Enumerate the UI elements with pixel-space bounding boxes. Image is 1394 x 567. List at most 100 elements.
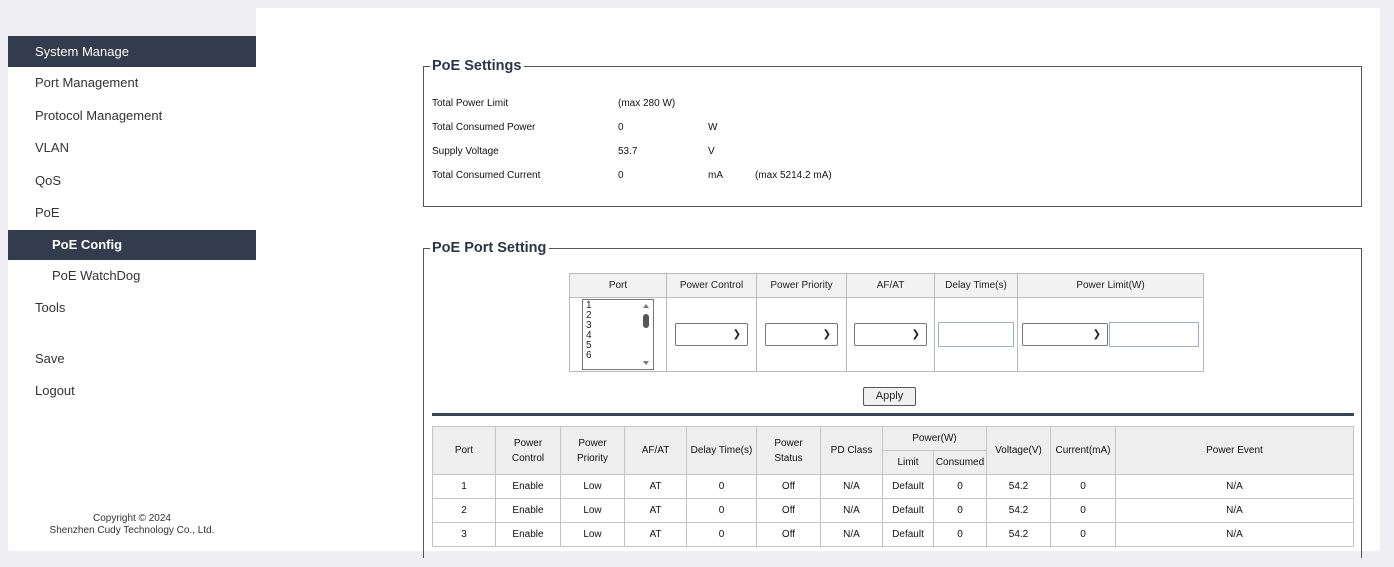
cell-voltage: 54.2 [986,474,1051,499]
col-port: Port [569,273,667,298]
th-power-priority: Power Priority [560,426,625,475]
setting-value: 0 [618,122,624,133]
port-listbox[interactable]: 1 2 3 4 5 6 [582,299,654,370]
cell-power-status: Off [756,522,821,547]
cell-limit: Default [882,498,934,523]
company-name: Shenzhen Cudy Technology Co., Ltd. [49,525,215,536]
cell-power-event: N/A [1115,474,1354,499]
th-consumed: Consumed [933,450,987,475]
sidebar-item-vlan[interactable]: VLAN [8,132,256,165]
setting-value: 0 [618,170,624,181]
th-delay-time: Delay Time(s) [686,426,757,475]
setting-label: Total Consumed Current [432,170,541,181]
power-limit-select[interactable]: ❯ [1022,323,1108,346]
setting-label: Total Consumed Power [432,122,536,133]
sidebar-item-protocol-management[interactable]: Protocol Management [8,100,256,133]
copyright: Copyright © 2024 Shenzhen Cudy Technolog… [8,513,256,537]
cell-port: 1 [432,474,496,499]
setting-label: Total Power Limit [432,98,509,109]
sidebar-item-poe-config[interactable]: PoE Config [8,229,256,260]
sidebar-item-save[interactable]: Save [8,343,256,376]
power-priority-select[interactable]: ❯ [765,323,838,346]
th-afat: AF/AT [624,426,687,475]
col-power-limit: Power Limit(W) [1017,273,1204,298]
power-limit-cell: ❯ [1017,297,1204,372]
apply-button[interactable]: Apply [863,387,916,406]
setting-unit: V [708,146,715,157]
delay-time-input[interactable] [938,322,1014,347]
setting-value: 53.7 [618,146,638,157]
setting-label: Supply Voltage [432,146,499,157]
cell-delay: 0 [686,522,757,547]
afat-select[interactable]: ❯ [854,323,927,346]
cell-consumed: 0 [933,498,987,523]
chevron-down-icon: ❯ [1092,329,1101,340]
cell-power-event: N/A [1115,522,1354,547]
sidebar-item-qos[interactable]: QoS [8,165,256,198]
cell-delay: 0 [686,498,757,523]
cell-power-priority: Low [560,522,625,547]
power-control-cell: ❯ [666,297,757,372]
cell-pd-class: N/A [820,474,883,499]
cell-current: 0 [1050,522,1116,547]
poe-settings-title: PoE Settings [430,58,525,74]
power-control-select[interactable]: ❯ [675,323,748,346]
th-power-status-label: Power Status [774,437,803,464]
sidebar-item-system-manage[interactable]: System Manage [8,36,256,67]
main-content: PoE Settings Total Power Limit (max 280 … [256,8,1380,558]
afat-cell: ❯ [846,297,935,372]
setting-unit: mA [708,170,723,181]
power-priority-cell: ❯ [756,297,847,372]
cell-current: 0 [1050,474,1116,499]
poe-settings-panel [423,66,1362,207]
sidebar-item-poe-watchdog[interactable]: PoE WatchDog [8,260,256,293]
cell-power-event: N/A [1115,498,1354,523]
sidebar-item-logout[interactable]: Logout [8,375,256,408]
th-power-control: Power Control [495,426,561,475]
copyright-line: Copyright © 2024 [93,513,171,524]
cell-port: 2 [432,498,496,523]
port-status-table: Port Power Control Power Priority AF/AT … [432,426,1354,547]
cell-afat: AT [624,498,687,523]
setting-extra: (max 5214.2 mA) [755,170,832,181]
cell-consumed: 0 [933,522,987,547]
chevron-down-icon: ❯ [822,329,831,340]
cell-afat: AT [624,522,687,547]
th-power-event: Power Event [1115,426,1354,475]
chevron-down-icon: ❯ [911,329,920,340]
table-row: 3 Enable Low AT 0 Off N/A Default 0 54.2… [432,522,1354,547]
listbox-scrollbar[interactable] [641,302,651,367]
cell-voltage: 54.2 [986,522,1051,547]
setting-unit: W [708,122,718,133]
port-config-table: Port Power Control Power Priority AF/AT … [569,273,1204,372]
sidebar-item-tools[interactable]: Tools [8,292,256,325]
col-afat: AF/AT [846,273,935,298]
cell-power-control: Enable [495,522,561,547]
cell-power-priority: Low [560,498,625,523]
cell-current: 0 [1050,498,1116,523]
cell-afat: AT [624,474,687,499]
port-cell: 1 2 3 4 5 6 [569,297,667,372]
sidebar-item-port-management[interactable]: Port Management [8,67,256,100]
cell-voltage: 54.2 [986,498,1051,523]
th-power-control-label: Power Control [511,437,545,464]
col-power-control: Power Control [666,273,757,298]
cell-pd-class: N/A [820,522,883,547]
section-divider [432,413,1354,416]
cell-power-status: Off [756,498,821,523]
poe-port-setting-title: PoE Port Setting [430,240,550,256]
delay-time-cell [934,297,1018,372]
th-current: Current(mA) [1050,426,1116,475]
table-row: 2 Enable Low AT 0 Off N/A Default 0 54.2… [432,498,1354,523]
cell-port: 3 [432,522,496,547]
cell-power-control: Enable [495,498,561,523]
col-power-priority: Power Priority [756,273,847,298]
power-limit-input[interactable] [1109,322,1199,347]
th-limit: Limit [882,450,934,475]
th-port: Port [432,426,496,475]
cell-limit: Default [882,522,934,547]
th-power-priority-label: Power Priority [576,437,609,464]
sidebar-item-poe[interactable]: PoE [8,197,256,230]
th-power-status: Power Status [756,426,821,475]
